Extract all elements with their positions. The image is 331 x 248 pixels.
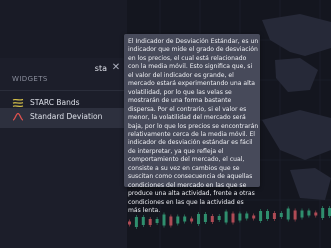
standard-deviation-icon — [12, 112, 24, 121]
candle-body — [266, 211, 269, 219]
candle-body — [259, 211, 263, 221]
candle-body — [272, 213, 276, 219]
candle-body — [210, 216, 214, 222]
candle-body — [314, 212, 318, 216]
close-icon[interactable]: ✕ — [110, 61, 122, 75]
candle-body — [148, 219, 152, 225]
divider — [0, 90, 127, 91]
candle-body — [279, 213, 283, 217]
widget-label: Standard Deviation — [30, 112, 103, 121]
candle-body — [128, 221, 131, 225]
candle-body — [183, 216, 187, 222]
candle-body — [141, 217, 145, 225]
candle-body — [162, 214, 166, 226]
candle-body — [190, 218, 194, 222]
widgets-panel: ✕ WIDGETS STARC Bands Standard Deviation — [0, 0, 127, 248]
candle-body — [217, 216, 221, 220]
candle-body — [252, 215, 256, 219]
widget-item-standard-deviation[interactable]: Standard Deviation — [0, 108, 127, 128]
widget-search: ✕ — [0, 60, 127, 76]
candle-body — [169, 216, 173, 226]
candle-body — [293, 210, 297, 220]
candle-body — [176, 216, 180, 224]
candle-body — [321, 208, 325, 218]
indicator-description-tooltip: El Indicador de Desviación Estándar, es … — [124, 34, 260, 214]
candle-body — [155, 219, 159, 223]
candle-body — [307, 210, 311, 216]
candle-body — [134, 217, 138, 227]
candle-body — [286, 208, 290, 220]
panel-header — [0, 0, 127, 58]
search-input[interactable] — [47, 61, 107, 75]
section-title: WIDGETS — [12, 75, 48, 83]
candle-body — [300, 210, 304, 218]
tooltip-text: El Indicador de Desviación Estándar, es … — [128, 38, 259, 215]
